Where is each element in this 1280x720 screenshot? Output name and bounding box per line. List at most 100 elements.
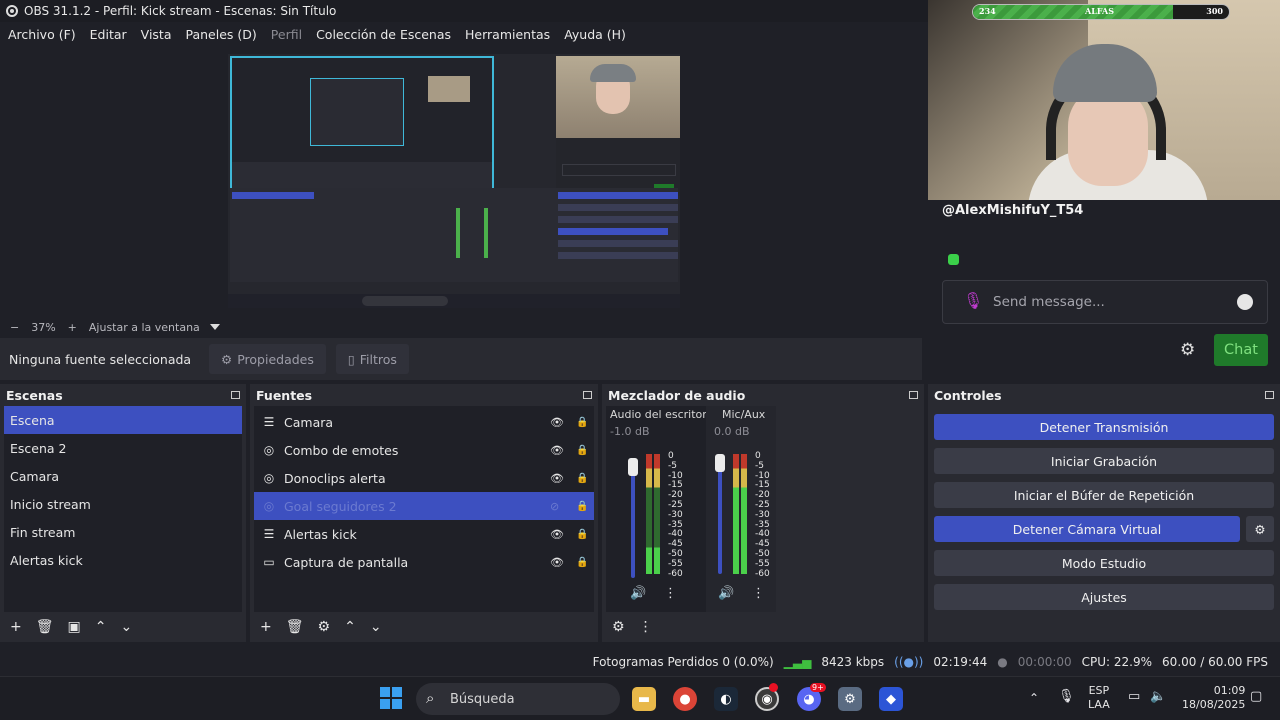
mixer-menu-icon[interactable]: ⋮ bbox=[639, 619, 653, 635]
volume-fader-knob[interactable] bbox=[628, 458, 638, 476]
source-item[interactable]: ☰ Alertas kick 👁 🔒 bbox=[254, 520, 594, 548]
gear-icon[interactable]: ⚙ bbox=[1246, 516, 1274, 542]
menu-herramientas[interactable]: Herramientas bbox=[465, 27, 550, 42]
menu-archivo[interactable]: Archivo (F) bbox=[8, 27, 76, 42]
chrome-icon[interactable]: ● bbox=[673, 687, 697, 711]
lock-icon[interactable]: 🔒 bbox=[576, 417, 588, 428]
start-replay-buffer-button[interactable]: Iniciar el Búfer de Repetición bbox=[934, 482, 1274, 508]
eye-icon[interactable]: 👁 bbox=[550, 444, 564, 457]
volume-fader-track[interactable] bbox=[631, 458, 635, 578]
scene-item[interactable]: Fin stream bbox=[4, 518, 242, 546]
properties-button[interactable]: ⚙ Propiedades bbox=[209, 344, 326, 374]
chat-send-button[interactable]: Chat bbox=[1214, 334, 1268, 366]
lock-icon[interactable]: 🔒 bbox=[576, 529, 588, 540]
roblox-icon[interactable]: ◆ bbox=[879, 687, 903, 711]
sources-dock: Fuentes ☰ Camara 👁 🔒 ◎ Combo de emotes 👁… bbox=[250, 384, 598, 642]
scene-item[interactable]: Inicio stream bbox=[4, 490, 242, 518]
more-options-icon[interactable]: ⋮ bbox=[664, 586, 677, 601]
scene-item[interactable]: Escena 2 bbox=[4, 434, 242, 462]
source-item[interactable]: ◎ Combo de emotes 👁 🔒 bbox=[254, 436, 594, 464]
menu-ayuda[interactable]: Ayuda (H) bbox=[564, 27, 626, 42]
speaker-icon[interactable]: 🔊 bbox=[718, 586, 734, 601]
move-down-icon[interactable]: ⌄ bbox=[370, 619, 382, 635]
microphone-icon[interactable]: 🎙 bbox=[1058, 689, 1075, 704]
source-item[interactable]: ☰ Camara 👁 🔒 bbox=[254, 408, 594, 436]
move-down-icon[interactable]: ⌄ bbox=[120, 619, 132, 635]
more-options-icon[interactable]: ⋮ bbox=[752, 586, 765, 601]
eye-icon[interactable]: 👁 bbox=[550, 416, 564, 429]
audio-mixer-dock: Mezclador de audio Audio del escritorio … bbox=[602, 384, 924, 642]
menu-perfil[interactable]: Perfil bbox=[271, 27, 302, 42]
chevron-up-icon[interactable]: ⌃ bbox=[1029, 691, 1039, 705]
emoji-icon[interactable] bbox=[1237, 294, 1253, 310]
eye-hidden-icon[interactable]: ⊘ bbox=[550, 500, 559, 513]
notification-icon[interactable]: ▢ bbox=[1250, 689, 1262, 704]
source-item[interactable]: ▭ Captura de pantalla 👁 🔒 bbox=[254, 548, 594, 576]
zoom-dropdown-icon[interactable] bbox=[209, 324, 220, 330]
trash-icon[interactable]: 🗑 bbox=[286, 619, 304, 635]
volume-icon[interactable]: 🔈 bbox=[1150, 689, 1166, 704]
trash-icon[interactable]: 🗑 bbox=[36, 619, 54, 635]
source-item[interactable]: ◎ Goal seguidores 2 ⊘ 🔒 bbox=[254, 492, 594, 520]
advanced-audio-icon[interactable]: ⚙ bbox=[612, 619, 625, 635]
globe-icon: ◎ bbox=[263, 471, 275, 485]
scene-filters-icon[interactable]: ▣ bbox=[68, 619, 81, 635]
start-recording-button[interactable]: Iniciar Grabación bbox=[934, 448, 1274, 474]
undock-icon[interactable] bbox=[583, 391, 592, 399]
source-item[interactable]: ◎ Donoclips alerta 👁 🔒 bbox=[254, 464, 594, 492]
eye-icon[interactable]: 👁 bbox=[550, 556, 564, 569]
gear-icon[interactable]: ⚙ bbox=[318, 619, 331, 635]
scene-item[interactable]: Camara bbox=[4, 462, 242, 490]
undock-icon[interactable] bbox=[231, 391, 240, 399]
menu-editar[interactable]: Editar bbox=[90, 27, 127, 42]
stop-virtual-camera-button[interactable]: Detener Cámara Virtual bbox=[934, 516, 1240, 542]
settings-app-icon[interactable]: ⚙ bbox=[838, 687, 862, 711]
filters-button[interactable]: ▯ Filtros bbox=[335, 344, 409, 374]
list-icon: ☰ bbox=[263, 415, 275, 429]
studio-mode-button[interactable]: Modo Estudio bbox=[934, 550, 1274, 576]
scenes-toolbar: + 🗑 ▣ ⌃ ⌄ bbox=[0, 612, 246, 642]
speaker-icon[interactable]: 🔊 bbox=[630, 586, 646, 601]
fit-to-window[interactable]: Ajustar a la ventana bbox=[89, 321, 200, 334]
move-up-icon[interactable]: ⌃ bbox=[344, 619, 356, 635]
chat-input[interactable]: 🎙 Send message... bbox=[942, 280, 1268, 324]
taskbar-search[interactable]: ⌕ Búsqueda bbox=[416, 683, 620, 715]
online-badge-icon bbox=[948, 254, 959, 265]
lock-icon[interactable]: 🔒 bbox=[576, 445, 588, 456]
stop-stream-button[interactable]: Detener Transmisión bbox=[934, 414, 1274, 440]
file-explorer-icon[interactable]: ▬ bbox=[632, 687, 656, 711]
menu-coleccion[interactable]: Colección de Escenas bbox=[316, 27, 451, 42]
preview-canvas[interactable] bbox=[228, 54, 680, 308]
lock-icon[interactable]: 🔒 bbox=[576, 501, 588, 512]
undock-icon[interactable] bbox=[1265, 391, 1274, 399]
lock-icon[interactable]: 🔒 bbox=[576, 473, 588, 484]
language-indicator[interactable]: ESP LAA bbox=[1088, 684, 1110, 712]
chat-settings-icon[interactable]: ⚙ bbox=[1180, 340, 1195, 360]
add-scene-icon[interactable]: + bbox=[10, 619, 22, 635]
db-scale: 0 -5 -10 -15 -20 -25 -30 -35 -40 -45 -50 -55 -60 bbox=[668, 451, 683, 579]
volume-fader-track[interactable] bbox=[718, 454, 722, 574]
eye-icon[interactable]: 👁 bbox=[550, 472, 564, 485]
menu-vista[interactable]: Vista bbox=[141, 27, 172, 42]
volume-fader-knob[interactable] bbox=[715, 454, 725, 472]
zoom-in-button[interactable]: + bbox=[68, 321, 77, 334]
network-icon[interactable]: ▭ bbox=[1128, 689, 1140, 704]
add-source-icon[interactable]: + bbox=[260, 619, 272, 635]
steam-icon[interactable]: ◐ bbox=[714, 687, 738, 711]
windows-start-icon[interactable] bbox=[380, 687, 402, 709]
mic-icon[interactable]: 🎙 bbox=[963, 291, 983, 310]
zoom-out-button[interactable]: − bbox=[10, 321, 19, 334]
undock-icon[interactable] bbox=[909, 391, 918, 399]
scene-item[interactable]: Alertas kick bbox=[4, 546, 242, 574]
scene-item[interactable]: Escena bbox=[4, 406, 242, 434]
move-up-icon[interactable]: ⌃ bbox=[95, 619, 107, 635]
preview-area[interactable] bbox=[0, 46, 928, 318]
clock[interactable]: 01:09 18/08/2025 bbox=[1182, 684, 1245, 712]
eye-icon[interactable]: 👁 bbox=[550, 528, 564, 541]
lock-icon[interactable]: 🔒 bbox=[576, 557, 588, 568]
chat-placeholder: Send message... bbox=[993, 294, 1105, 310]
menu-paneles[interactable]: Paneles (D) bbox=[186, 27, 257, 42]
level-meter bbox=[646, 454, 652, 574]
scenes-list: Escena Escena 2 Camara Inicio stream Fin… bbox=[4, 406, 242, 612]
settings-button[interactable]: Ajustes bbox=[934, 584, 1274, 610]
